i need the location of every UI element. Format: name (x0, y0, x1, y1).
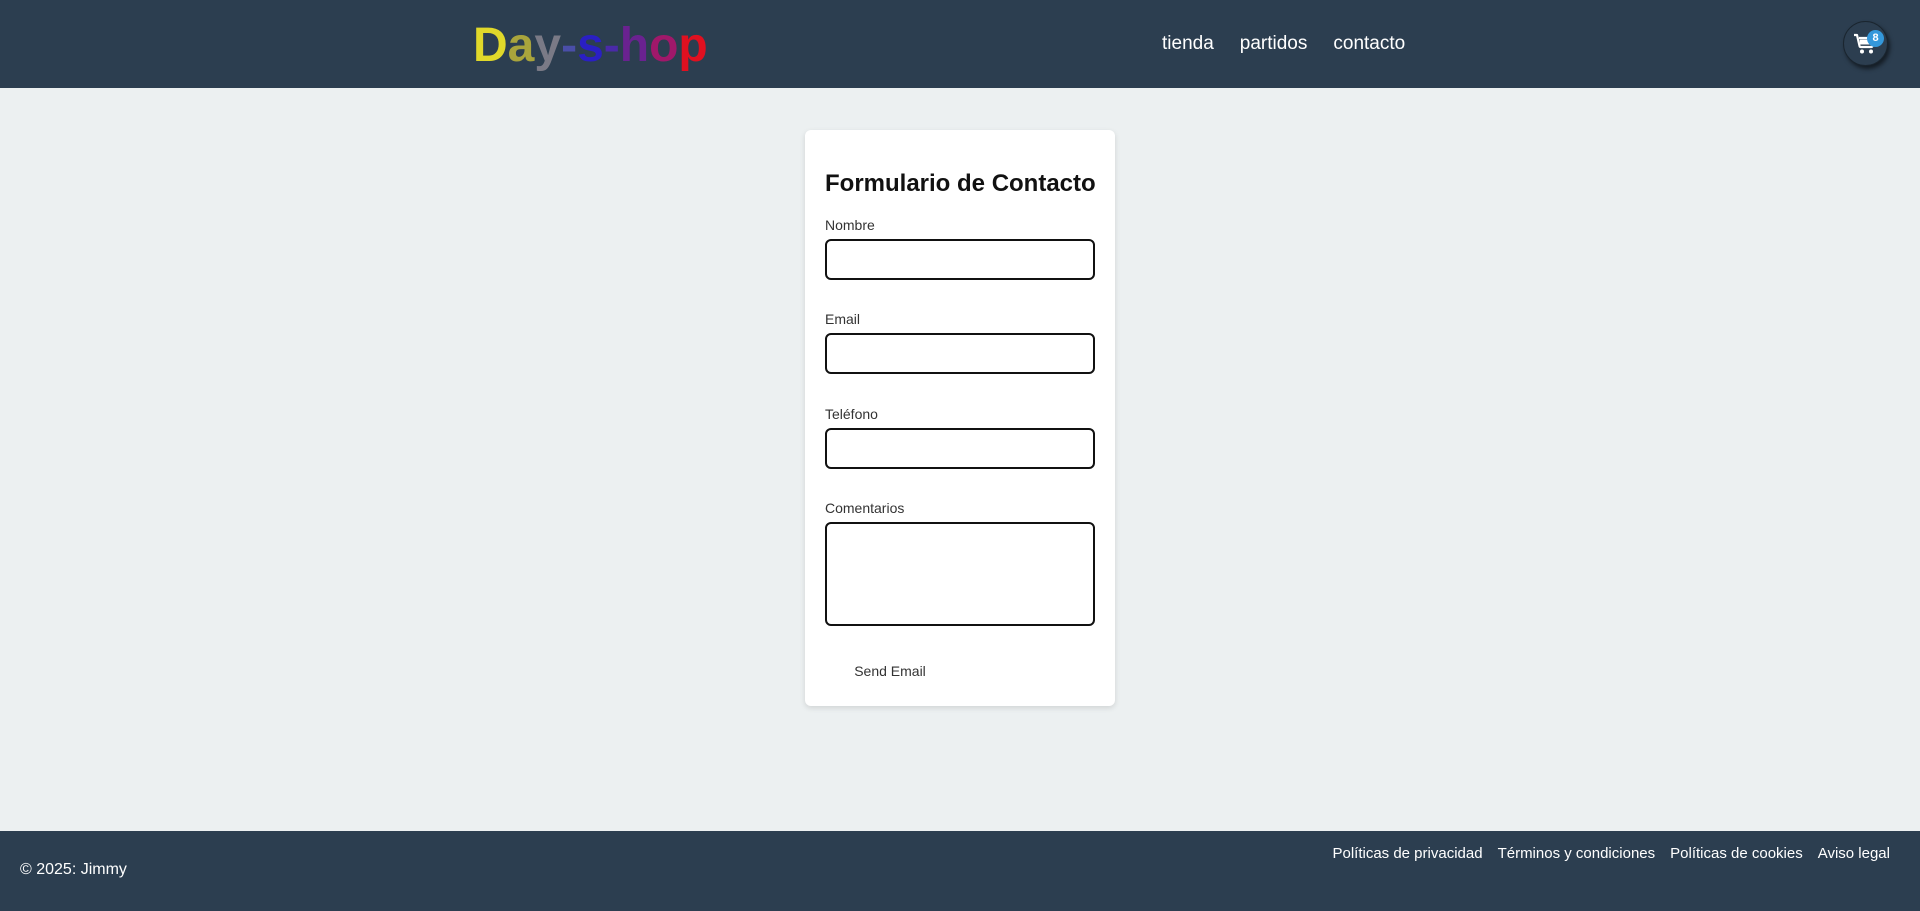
telefono-label: Teléfono (825, 406, 878, 422)
footer-link-terms[interactable]: Términos y condiciones (1498, 845, 1656, 862)
send-email-button[interactable]: Send Email (825, 656, 955, 686)
site-footer: © 2025: Jimmy Políticas de privacidad Té… (0, 831, 1920, 911)
logo-letter: y (534, 19, 562, 72)
footer-link-legal[interactable]: Aviso legal (1818, 845, 1890, 862)
logo-letter: a (507, 19, 535, 72)
site-logo[interactable]: Day-s-hop (473, 22, 708, 70)
contact-form-card: Formulario de Contacto Nombre Email Telé… (805, 130, 1115, 706)
email-input[interactable] (825, 333, 1095, 374)
nombre-input[interactable] (825, 239, 1095, 280)
logo-letter: D (473, 19, 508, 72)
nombre-label: Nombre (825, 217, 875, 233)
logo-letter: o (649, 19, 679, 72)
copyright-text: © 2025: Jimmy (20, 861, 127, 878)
comentarios-textarea[interactable] (825, 522, 1095, 626)
comentarios-label: Comentarios (825, 500, 905, 516)
logo-letter: p (678, 19, 708, 72)
logo-letter: - (603, 19, 620, 72)
nav-link-contacto[interactable]: contacto (1333, 32, 1405, 56)
logo-letter: h (619, 19, 650, 72)
footer-link-privacy[interactable]: Políticas de privacidad (1332, 845, 1482, 862)
footer-link-cookies[interactable]: Políticas de cookies (1670, 845, 1803, 862)
form-title: Formulario de Contacto (825, 170, 1096, 197)
logo-letter: s (577, 19, 604, 72)
site-header: Day-s-hop tienda partidos contacto 8 (0, 0, 1920, 88)
email-label: Email (825, 311, 861, 327)
nav-link-partidos[interactable]: partidos (1240, 32, 1308, 56)
cart-count-badge: 8 (1867, 30, 1884, 47)
cart-button[interactable]: 8 (1843, 21, 1888, 66)
nav-link-tienda[interactable]: tienda (1162, 32, 1214, 56)
logo-letter: - (561, 19, 578, 72)
main-nav: tienda partidos contacto (1162, 32, 1431, 56)
footer-links: Políticas de privacidad Términos y condi… (1317, 845, 1890, 862)
telefono-input[interactable] (825, 428, 1095, 469)
